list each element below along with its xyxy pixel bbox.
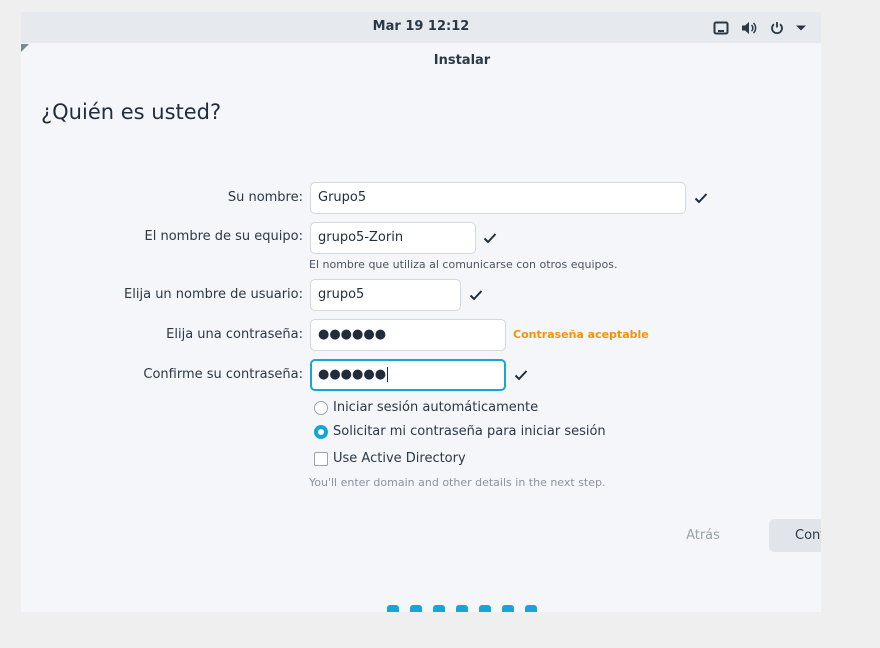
computer-name-hint: El nombre que utiliza al comunicarse con… [309, 258, 618, 271]
progress-step [456, 605, 468, 612]
require-password-label[interactable]: Solicitar mi contraseña para iniciar ses… [333, 424, 606, 439]
computer-name-field[interactable]: grupo5-Zorin [310, 222, 476, 254]
confirm-password-label: Confirme su contraseña: [143, 367, 303, 382]
text-cursor [387, 367, 389, 382]
progress-step [433, 605, 445, 612]
page-title: ¿Quién es usted? [41, 100, 222, 124]
checkmark-icon [694, 193, 708, 204]
name-label: Su nombre: [227, 190, 303, 205]
username-label: Elija un nombre de usuario: [124, 287, 303, 302]
confirm-password-field[interactable]: ●●●●●● [310, 359, 506, 391]
checkmark-icon [469, 290, 483, 301]
username-field[interactable]: grupo5 [310, 279, 461, 311]
checkmark-icon [483, 233, 497, 244]
active-directory-hint: You'll enter domain and other details in… [309, 476, 606, 489]
progress-step [502, 605, 514, 612]
auto-login-radio[interactable] [314, 401, 328, 415]
active-directory-label[interactable]: Use Active Directory [333, 451, 466, 466]
installer-window: Instalar ¿Quién es usted? Su nombre: Gru… [21, 44, 821, 612]
progress-step [525, 605, 537, 612]
auto-login-label[interactable]: Iniciar sesión automáticamente [333, 400, 538, 415]
name-field[interactable]: Grupo5 [310, 182, 686, 214]
password-strength-label: Contraseña aceptable [513, 328, 649, 341]
top-bar: Mar 19 12:12 [21, 12, 821, 43]
window-corner-icon [21, 44, 29, 52]
menu-arrow-icon[interactable] [792, 19, 810, 37]
back-button[interactable]: Atrás [667, 519, 739, 552]
password-label: Elija una contraseña: [166, 327, 303, 342]
screen-icon[interactable] [712, 19, 730, 37]
progress-step [410, 605, 422, 612]
progress-step [387, 605, 399, 612]
volume-icon[interactable] [740, 19, 758, 37]
require-password-radio[interactable] [314, 425, 328, 439]
password-field[interactable]: ●●●●●● [310, 319, 506, 351]
window-title: Instalar [433, 53, 491, 68]
confirm-password-value: ●●●●●● [318, 367, 387, 382]
power-icon[interactable] [768, 19, 786, 37]
desktop-screen: Mar 19 12:12 Instalar ¿Quién es usted? S… [21, 12, 821, 612]
progress-step [479, 605, 491, 612]
continue-button[interactable]: Continuar [769, 519, 821, 552]
checkmark-icon [514, 370, 528, 381]
computer-name-label: El nombre de su equipo: [144, 229, 303, 244]
active-directory-checkbox[interactable] [314, 452, 328, 466]
clock[interactable]: Mar 19 12:12 [21, 12, 821, 42]
